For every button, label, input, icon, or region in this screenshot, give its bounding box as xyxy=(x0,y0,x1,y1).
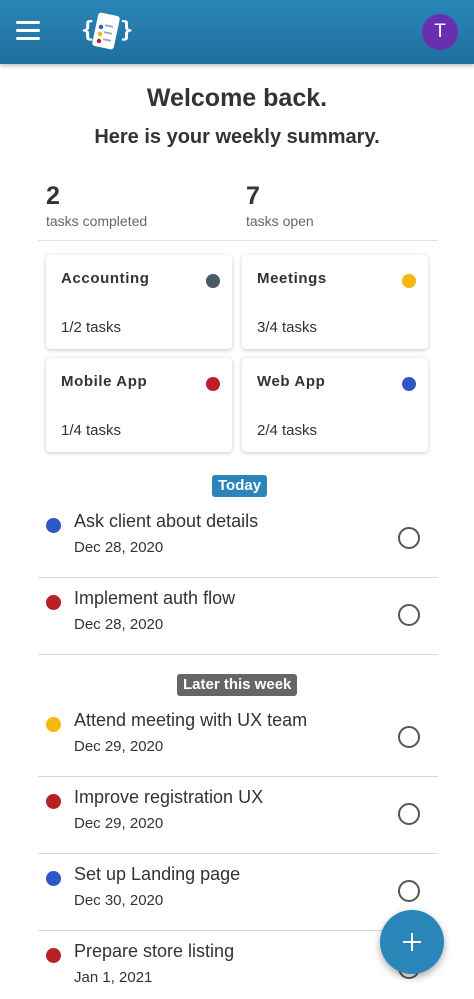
project-task-count: 1/2 tasks xyxy=(61,319,122,336)
project-task-count: 1/4 tasks xyxy=(61,422,122,439)
task-date: Jan 1, 2021 xyxy=(74,969,153,986)
avatar[interactable]: T xyxy=(422,14,458,50)
plus-icon-stroke xyxy=(411,933,413,951)
task-row[interactable]: Improve registration UX Dec 29, 2020 xyxy=(38,778,438,854)
complete-task-checkbox[interactable] xyxy=(398,803,420,825)
page-subtitle: Here is your weekly summary. xyxy=(94,126,380,148)
task-date: Dec 28, 2020 xyxy=(74,616,164,633)
task-name: Prepare store listing xyxy=(74,941,235,961)
svg-text:{: { xyxy=(81,18,94,43)
complete-task-checkbox[interactable] xyxy=(398,880,420,902)
project-color-dot xyxy=(206,377,220,391)
task-row[interactable]: Prepare store listing Jan 1, 2021 xyxy=(38,932,438,999)
divider xyxy=(38,577,438,578)
task-date: Dec 29, 2020 xyxy=(74,815,164,832)
task-date: Dec 29, 2020 xyxy=(74,738,164,755)
svg-text:}: } xyxy=(120,18,133,43)
stat-tasks-completed: 2 tasks completed xyxy=(46,182,147,229)
task-row[interactable]: Attend meeting with UX team Dec 29, 2020 xyxy=(38,701,438,777)
page-title: Welcome back. xyxy=(146,84,328,112)
task-date: Dec 28, 2020 xyxy=(74,539,164,556)
project-task-count: 3/4 tasks xyxy=(257,319,318,336)
divider xyxy=(38,853,438,854)
complete-task-checkbox[interactable] xyxy=(398,726,420,748)
task-name: Implement auth flow xyxy=(74,588,236,608)
project-name: Web App xyxy=(257,373,326,390)
task-row[interactable]: Set up Landing page Dec 30, 2020 xyxy=(38,855,438,931)
project-card-accounting[interactable]: Accounting 1/2 tasks xyxy=(46,255,232,349)
project-card-mobile-app[interactable]: Mobile App 1/4 tasks xyxy=(46,358,232,452)
stat-label: tasks open xyxy=(246,213,314,229)
task-name: Ask client about details xyxy=(74,511,259,531)
project-card-web-app[interactable]: Web App 2/4 tasks xyxy=(242,358,428,452)
section-label-later-this-week: Later this week xyxy=(177,674,298,696)
task-color-dot xyxy=(46,948,61,963)
project-color-dot xyxy=(206,274,220,288)
complete-task-checkbox[interactable] xyxy=(398,527,420,549)
project-name: Mobile App xyxy=(61,373,148,390)
project-color-dot xyxy=(402,377,416,391)
task-date: Dec 30, 2020 xyxy=(74,892,164,909)
stat-label: tasks completed xyxy=(46,213,148,229)
divider xyxy=(38,776,438,777)
task-color-dot xyxy=(46,595,61,610)
task-color-dot xyxy=(46,717,61,732)
app-logo-icon: { } xyxy=(81,12,133,50)
add-task-button[interactable] xyxy=(380,910,444,974)
stat-tasks-open: 7 tasks open xyxy=(246,182,314,229)
task-name: Attend meeting with UX team xyxy=(74,710,308,730)
task-color-dot xyxy=(46,794,61,809)
project-name: Meetings xyxy=(257,270,327,287)
task-row[interactable]: Ask client about details Dec 28, 2020 xyxy=(38,502,438,578)
app-bar: { } T xyxy=(0,0,474,64)
task-name: Improve registration UX xyxy=(74,787,264,807)
hamburger-menu-icon[interactable] xyxy=(16,21,40,41)
stat-value: 2 xyxy=(46,182,60,210)
task-color-dot xyxy=(46,871,61,886)
divider xyxy=(38,240,438,241)
task-name: Set up Landing page xyxy=(74,864,241,884)
project-card-meetings[interactable]: Meetings 3/4 tasks xyxy=(242,255,428,349)
project-color-dot xyxy=(402,274,416,288)
project-task-count: 2/4 tasks xyxy=(257,422,318,439)
divider xyxy=(38,654,438,655)
stat-value: 7 xyxy=(246,182,260,210)
task-color-dot xyxy=(46,518,61,533)
section-label-today: Today xyxy=(212,475,268,497)
complete-task-checkbox[interactable] xyxy=(398,604,420,626)
divider xyxy=(38,930,438,931)
task-row[interactable]: Implement auth flow Dec 28, 2020 xyxy=(38,579,438,655)
project-name: Accounting xyxy=(61,270,150,287)
